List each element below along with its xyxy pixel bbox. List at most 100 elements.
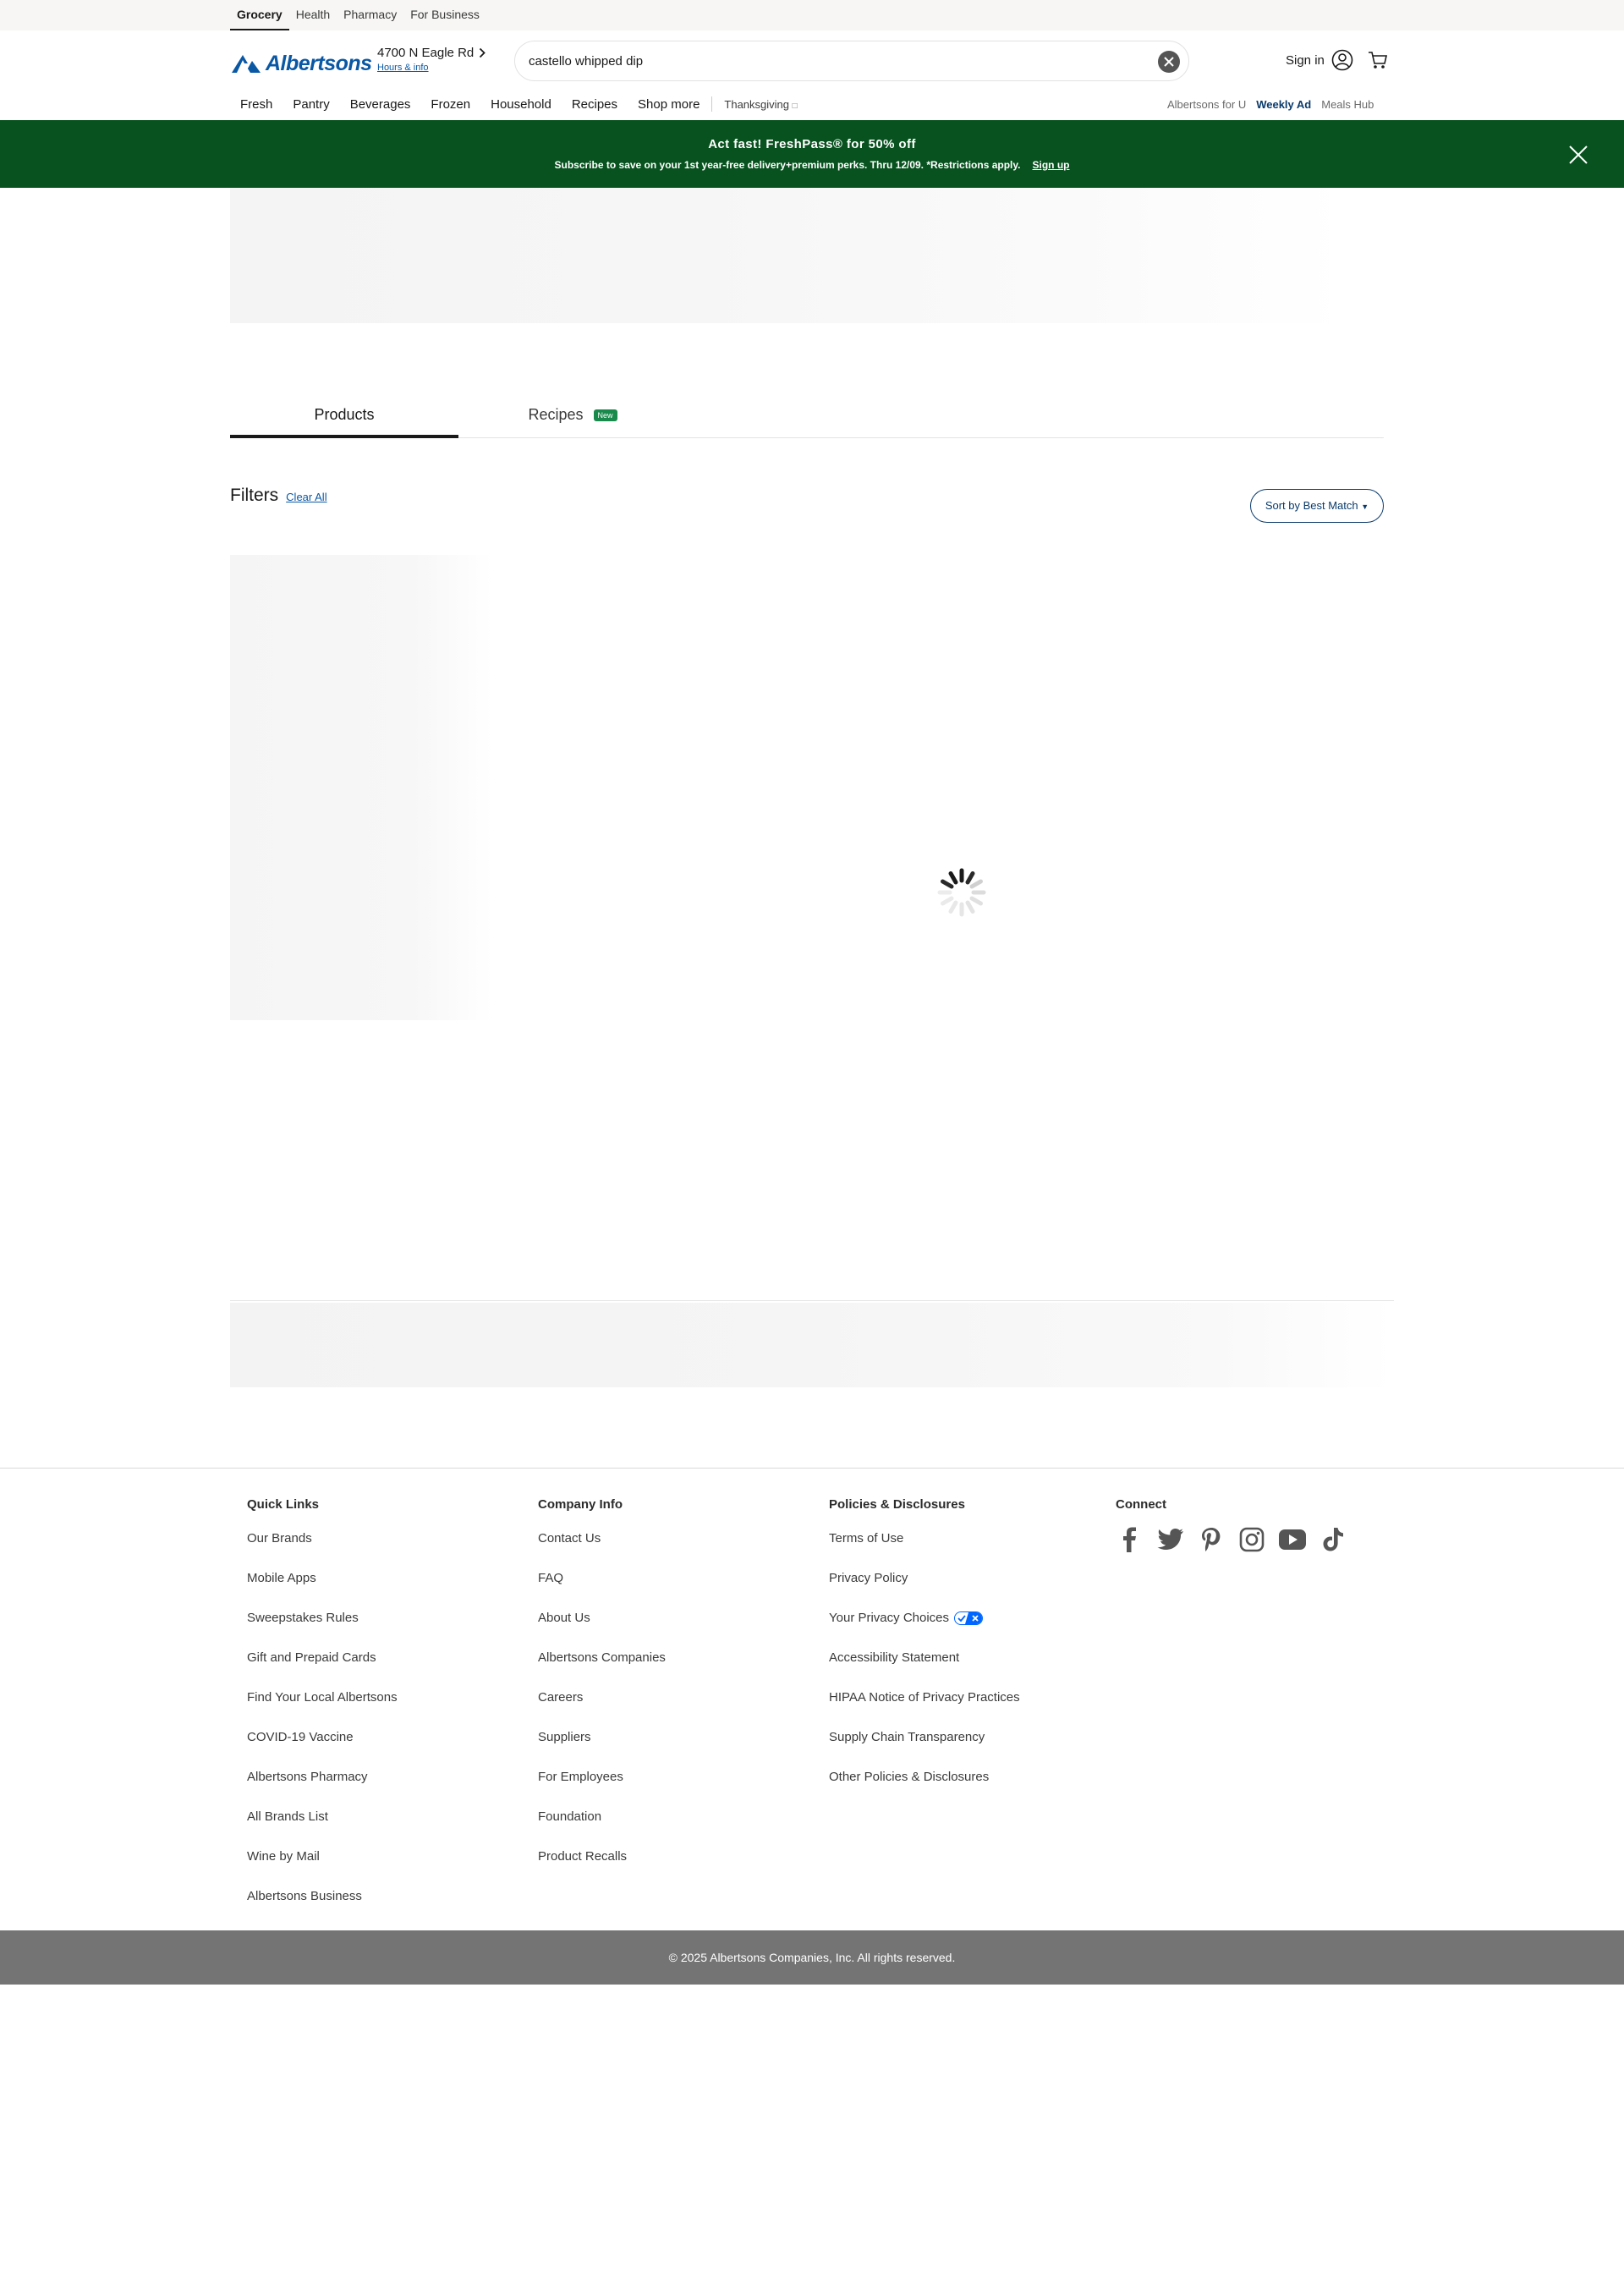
logo-mark-icon [232, 55, 261, 73]
results-tabs: Products Recipes New [230, 396, 1384, 438]
close-promo-button[interactable] [1567, 144, 1589, 166]
tab-recipes[interactable]: Recipes New [458, 396, 687, 438]
category-nav: Fresh Pantry Beverages Frozen Household … [230, 91, 808, 117]
search-bar [514, 41, 1189, 81]
tab-products[interactable]: Products [230, 396, 458, 438]
footer-quick-links-title: Quick Links [247, 1497, 320, 1512]
cart-button[interactable] [1367, 49, 1389, 75]
footer-link[interactable]: Terms of Use [829, 1530, 1020, 1570]
clear-all-filters-link[interactable]: Clear All [286, 491, 326, 503]
footer-link[interactable]: Albertsons Business [247, 1888, 398, 1928]
footer-link[interactable]: Wine by Mail [247, 1848, 398, 1888]
new-badge: New [593, 409, 617, 422]
footer-connect-title: Connect [1116, 1497, 1166, 1512]
facebook-icon[interactable] [1116, 1525, 1144, 1554]
freshpass-promo-banner: Act fast! FreshPass® for 50% off Subscri… [0, 120, 1624, 188]
nav-frozen[interactable]: Frozen [431, 97, 470, 112]
pinterest-icon[interactable] [1197, 1525, 1226, 1554]
top-banner-bar: Grocery Health Pharmacy For Business [0, 0, 1624, 30]
twitter-icon[interactable] [1156, 1525, 1185, 1554]
footer-link[interactable]: Accessibility Statement [829, 1650, 1020, 1689]
account-icon [1331, 49, 1353, 71]
albertsons-logo[interactable]: Albertsons [230, 51, 372, 76]
youtube-icon[interactable] [1278, 1525, 1307, 1554]
nav-fresh[interactable]: Fresh [240, 97, 272, 112]
footer-link[interactable]: Contact Us [538, 1530, 666, 1570]
store-selector[interactable]: 4700 N Eagle Rd Hours & info [377, 46, 486, 73]
nav-meals-hub[interactable]: Meals Hub [1321, 98, 1374, 111]
footer-company-info: Company Info Contact Us FAQ About Us Alb… [538, 1497, 666, 1888]
nav-beverages[interactable]: Beverages [350, 97, 411, 112]
footer-link[interactable]: Product Recalls [538, 1848, 666, 1888]
nav-household[interactable]: Household [491, 97, 551, 112]
promo-subtitle-row: Subscribe to save on your 1st year-free … [0, 159, 1624, 171]
nav-recipes[interactable]: Recipes [572, 97, 617, 112]
footer-link[interactable]: Suppliers [538, 1729, 666, 1769]
footer-link[interactable]: Albertsons Companies [538, 1650, 666, 1689]
secondary-nav: Albertsons for U Weekly Ad Meals Hub [1167, 91, 1374, 117]
close-icon [1569, 145, 1588, 164]
banner-tabs: Grocery Health Pharmacy For Business [230, 0, 486, 30]
nav-divider [711, 96, 713, 112]
tab-pharmacy[interactable]: Pharmacy [337, 0, 403, 30]
footer-link[interactable]: Careers [538, 1689, 666, 1729]
nav-shop-more[interactable]: Shop more [638, 97, 700, 112]
store-name: 4700 N Eagle Rd [377, 46, 475, 60]
nav-weekly-ad[interactable]: Weekly Ad [1256, 98, 1311, 111]
privacy-choices-icon [954, 1611, 984, 1626]
footer-link[interactable]: Other Policies & Disclosures [829, 1769, 1020, 1809]
footer-policies: Policies & Disclosures Terms of Use Priv… [829, 1497, 1020, 1809]
tiktok-icon[interactable] [1319, 1525, 1347, 1554]
sign-in-label: Sign in [1286, 52, 1325, 68]
tab-health[interactable]: Health [289, 0, 337, 30]
copyright-bar: © 2025 Albertsons Companies, Inc. All ri… [0, 1930, 1624, 1985]
footer-quick-links: Quick Links Our Brands Mobile Apps Sweep… [247, 1497, 398, 1928]
cart-icon [1369, 52, 1387, 69]
filters-title: Filters [230, 486, 279, 505]
footer-link[interactable]: Privacy Policy [829, 1570, 1020, 1610]
nav-thanksgiving[interactable]: Thanksgiving □ [724, 98, 797, 111]
tab-grocery[interactable]: Grocery [230, 0, 289, 30]
site-footer: Quick Links Our Brands Mobile Apps Sweep… [0, 1468, 1624, 1931]
site-header: Albertsons 4700 N Eagle Rd Hours & info … [0, 30, 1624, 120]
footer-link[interactable]: COVID-19 Vaccine [247, 1729, 398, 1769]
footer-company-info-title: Company Info [538, 1497, 623, 1512]
logo-text: Albertsons [266, 51, 372, 75]
nav-thanksgiving-label: Thanksgiving [724, 97, 790, 111]
footer-link[interactable]: Find Your Local Albertsons [247, 1689, 398, 1729]
loading-placeholder-filters [230, 555, 492, 1020]
social-links [1116, 1525, 1347, 1554]
store-name-button[interactable]: 4700 N Eagle Rd [377, 46, 486, 60]
clear-search-button[interactable] [1158, 51, 1180, 73]
sort-label: Sort by Best Match [1265, 499, 1358, 512]
footer-link[interactable]: Supply Chain Transparency [829, 1729, 1020, 1769]
sign-in-button[interactable]: Sign in [1286, 49, 1353, 71]
footer-link-privacy-choices[interactable]: Your Privacy Choices [829, 1610, 1020, 1650]
footer-connect: Connect [1116, 1497, 1347, 1554]
loading-placeholder-hero [230, 188, 1347, 323]
caret-down-icon: ▼ [1361, 502, 1369, 511]
nav-pantry[interactable]: Pantry [293, 97, 329, 112]
footer-link[interactable]: Mobile Apps [247, 1570, 398, 1610]
footer-policies-title: Policies & Disclosures [829, 1497, 965, 1512]
footer-link[interactable]: HIPAA Notice of Privacy Practices [829, 1689, 1020, 1729]
tab-for-business[interactable]: For Business [403, 0, 486, 30]
footer-link[interactable]: About Us [538, 1610, 666, 1650]
sort-dropdown[interactable]: Sort by Best Match ▼ [1250, 489, 1384, 523]
store-hours-link[interactable]: Hours & info [377, 63, 486, 73]
close-icon [1164, 57, 1174, 67]
footer-link[interactable]: Gift and Prepaid Cards [247, 1650, 398, 1689]
nav-albertsons-for-u[interactable]: Albertsons for U [1167, 98, 1246, 111]
footer-link[interactable]: Our Brands [247, 1530, 398, 1570]
footer-link[interactable]: For Employees [538, 1769, 666, 1809]
promo-signup-link[interactable]: Sign up [1033, 159, 1070, 171]
footer-link[interactable]: All Brands List [247, 1809, 398, 1848]
instagram-icon[interactable] [1237, 1525, 1266, 1554]
search-input[interactable] [529, 41, 1121, 80]
footer-link[interactable]: FAQ [538, 1570, 666, 1610]
footer-link[interactable]: Albertsons Pharmacy [247, 1769, 398, 1809]
seasonal-icon: □ [792, 101, 798, 111]
loading-placeholder-bottom [230, 1303, 1394, 1387]
footer-link[interactable]: Foundation [538, 1809, 666, 1848]
footer-link[interactable]: Sweepstakes Rules [247, 1610, 398, 1650]
